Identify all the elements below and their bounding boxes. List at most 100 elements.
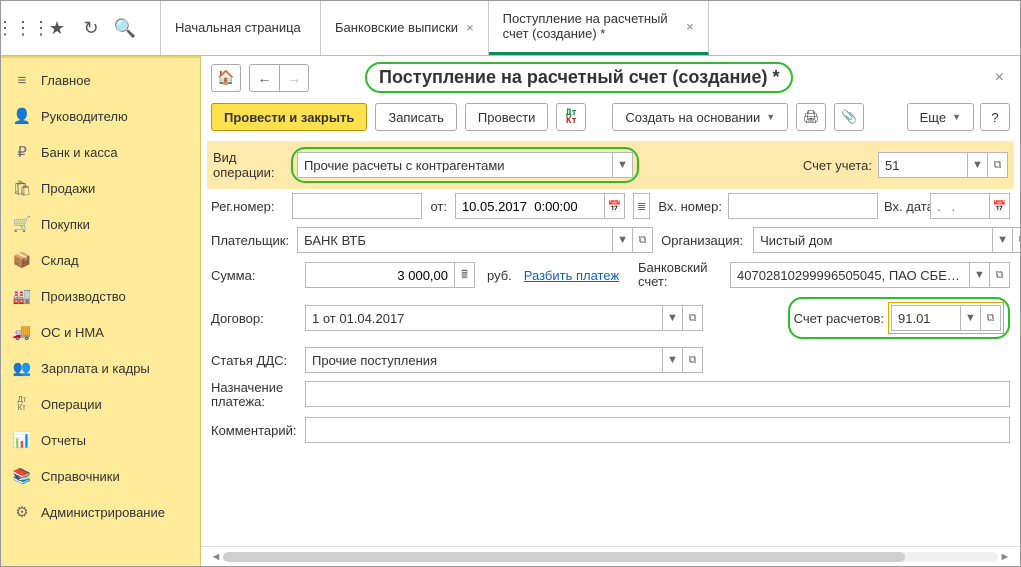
comment-input[interactable] <box>305 417 1010 443</box>
dropdown-icon[interactable]: ▼ <box>961 305 981 331</box>
bank-account-select[interactable]: 40702810299996505045, ПАО СБЕРБАНК <box>730 262 970 288</box>
calculator-icon[interactable]: 🖩 <box>455 262 475 288</box>
sidebar-item-assets[interactable]: 🚚ОС и НМА <box>1 314 200 350</box>
dropdown-icon[interactable]: ▼ <box>663 347 683 373</box>
bag-icon: 🛍 <box>13 179 31 197</box>
open-icon[interactable]: ⧉ <box>633 227 653 253</box>
attach-button[interactable]: 📎 <box>834 103 864 131</box>
factory-icon: 🏭 <box>13 287 31 305</box>
sidebar-item-label: Отчеты <box>41 433 86 448</box>
sidebar-item-reports[interactable]: 📊Отчеты <box>1 422 200 458</box>
open-icon[interactable]: ⧉ <box>990 262 1010 288</box>
operation-label: Вид операции: <box>213 150 285 180</box>
split-payment-link[interactable]: Разбить платеж <box>524 268 619 283</box>
sidebar-item-purchases[interactable]: 🛒Покупки <box>1 206 200 242</box>
payer-select[interactable]: БАНК ВТБ <box>297 227 613 253</box>
sidebar-item-salary[interactable]: 👥Зарплата и кадры <box>1 350 200 386</box>
contract-select[interactable]: 1 от 01.04.2017 <box>305 305 663 331</box>
sidebar-item-warehouse[interactable]: 📦Склад <box>1 242 200 278</box>
open-icon[interactable]: ⧉ <box>683 347 703 373</box>
list-icon: ≡ <box>13 71 31 89</box>
open-icon[interactable]: ⧉ <box>1013 227 1020 253</box>
dropdown-icon[interactable]: ▼ <box>968 152 988 178</box>
sidebar-item-sales[interactable]: 🛍Продажи <box>1 170 200 206</box>
tab-start-page[interactable]: Начальная страница <box>161 0 321 55</box>
sidebar-item-bank[interactable]: ₽Банк и касса <box>1 134 200 170</box>
sidebar-item-manager[interactable]: 👤Руководителю <box>1 98 200 134</box>
post-button[interactable]: Провести <box>465 103 549 131</box>
post-and-close-button[interactable]: Провести и закрыть <box>211 103 367 131</box>
create-based-on-button[interactable]: Создать на основании▼ <box>612 103 788 131</box>
more-button[interactable]: Еще▼ <box>907 103 974 131</box>
toolbar: Провести и закрыть Записать Провести ДтК… <box>201 93 1020 141</box>
sum-label: Сумма: <box>211 268 297 283</box>
dropdown-icon[interactable]: ▼ <box>613 152 633 178</box>
dropdown-icon[interactable]: ▼ <box>663 305 683 331</box>
date-input[interactable] <box>455 193 605 219</box>
dropdown-icon[interactable]: ▼ <box>613 227 633 253</box>
sidebar-item-production[interactable]: 🏭 Производство <box>1 278 200 314</box>
tab-close-icon[interactable]: × <box>466 20 474 35</box>
sidebar-item-label: Справочники <box>41 469 120 484</box>
books-icon: 📚 <box>13 467 31 485</box>
open-icon[interactable]: ⧉ <box>981 305 1001 331</box>
calendar-icon[interactable]: 📅 <box>990 193 1010 219</box>
sidebar-item-operations[interactable]: ДтКтОперации <box>1 386 200 422</box>
scroll-right-icon[interactable]: ► <box>998 551 1012 563</box>
sidebar-item-admin[interactable]: ⚙Администрирование <box>1 494 200 530</box>
top-bar: ⋮⋮⋮ ★ ↻ 🔍 Начальная страница Банковские … <box>1 1 1020 56</box>
truck-icon: 🚚 <box>13 323 31 341</box>
bank-account-value: 40702810299996505045, ПАО СБЕРБАНК <box>731 268 969 283</box>
sidebar-item-refs[interactable]: 📚 Справочники <box>1 458 200 494</box>
regnum-label: Рег.номер: <box>211 199 284 214</box>
help-button[interactable]: ? <box>980 103 1010 131</box>
tab-payment-incoming[interactable]: Поступление на расчетный счет (создание)… <box>489 0 709 55</box>
scroll-left-icon[interactable]: ◄ <box>209 551 223 563</box>
page-title: Поступление на расчетный счет (создание)… <box>365 62 793 93</box>
org-select[interactable]: Чистый дом <box>753 227 993 253</box>
doc-info-icon[interactable]: ≣ <box>633 193 650 219</box>
save-button[interactable]: Записать <box>375 103 457 131</box>
button-label: Еще <box>920 110 946 125</box>
button-label: Создать на основании <box>625 110 760 125</box>
close-page-button[interactable]: × <box>989 65 1010 91</box>
tab-close-icon[interactable]: × <box>686 19 694 34</box>
tab-bank-statements[interactable]: Банковские выписки × <box>321 0 489 55</box>
open-icon[interactable]: ⧉ <box>988 152 1008 178</box>
box-icon: 📦 <box>13 251 31 269</box>
nav-back-button[interactable]: ← <box>249 64 279 92</box>
star-icon[interactable]: ★ <box>45 16 69 40</box>
tab-label: Банковские выписки <box>335 20 458 35</box>
date-from-label: от: <box>430 199 447 214</box>
account-select[interactable]: 51 <box>878 152 968 178</box>
sidebar-item-label: Производство <box>41 289 126 304</box>
print-button[interactable]: 🖨 <box>796 103 826 131</box>
dtkt-button[interactable]: ДтКт <box>556 103 586 131</box>
sidebar-item-main[interactable]: ≡Главное <box>1 62 200 98</box>
contract-label: Договор: <box>211 311 297 326</box>
incoming-num-input[interactable] <box>728 193 878 219</box>
purpose-textarea[interactable] <box>305 381 1010 407</box>
main-area: 🏠 ← → Поступление на расчетный счет (соз… <box>201 56 1020 566</box>
nav-forward-button[interactable]: → <box>279 64 309 92</box>
dropdown-icon[interactable]: ▼ <box>970 262 990 288</box>
settlement-account-label: Счет расчетов: <box>794 311 884 326</box>
search-icon[interactable]: 🔍 <box>113 16 137 40</box>
settlement-account-select[interactable]: 91.01 <box>891 305 961 331</box>
sum-input[interactable] <box>305 262 455 288</box>
open-icon[interactable]: ⧉ <box>683 305 703 331</box>
person-icon: 👤 <box>13 107 31 125</box>
dds-select[interactable]: Прочие поступления <box>305 347 663 373</box>
sidebar-item-label: Зарплата и кадры <box>41 361 150 376</box>
menu-grid-icon[interactable]: ⋮⋮⋮ <box>11 16 35 40</box>
sidebar-item-label: Операции <box>41 397 102 412</box>
operation-select[interactable]: Прочие расчеты с контрагентами <box>297 152 613 178</box>
history-icon[interactable]: ↻ <box>79 16 103 40</box>
home-button[interactable]: 🏠 <box>211 64 241 92</box>
horizontal-scrollbar[interactable]: ◄ ► <box>201 546 1020 566</box>
regnum-input[interactable] <box>292 193 422 219</box>
calendar-icon[interactable]: 📅 <box>605 193 625 219</box>
incoming-date-input[interactable] <box>930 193 990 219</box>
dropdown-icon[interactable]: ▼ <box>993 227 1013 253</box>
tab-label: Начальная страница <box>175 20 301 35</box>
